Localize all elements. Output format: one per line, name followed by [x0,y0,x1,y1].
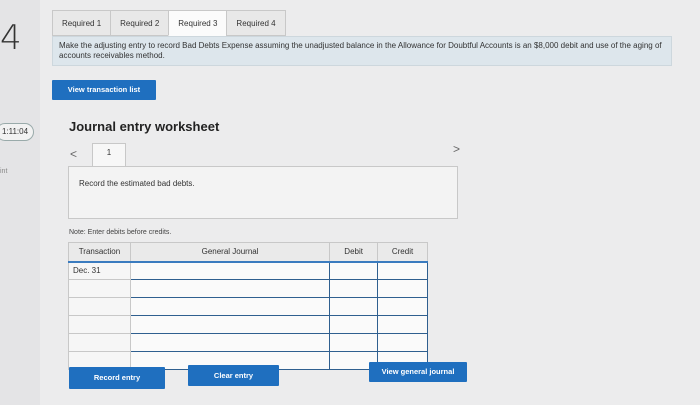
header-transaction: Transaction [68,242,131,263]
debit-input[interactable] [329,315,379,334]
account-input[interactable] [129,297,331,316]
table-row [68,279,428,298]
account-input[interactable] [129,315,331,334]
gutter-label: int [0,168,8,175]
table-row [68,297,428,316]
transaction-cell: Dec. 31 [68,261,131,280]
requirement-tabs: Required 1 Required 2 Required 3 Require… [52,10,286,36]
account-input[interactable] [129,279,331,298]
prev-arrow-icon[interactable]: < [70,147,77,161]
clear-entry-button[interactable]: Clear entry [188,365,279,386]
view-transaction-list-button[interactable]: View transaction list [52,80,156,100]
record-entry-button[interactable]: Record entry [69,367,165,389]
debit-input[interactable] [329,297,379,316]
timer-badge: 1:11:04 [0,123,34,141]
view-general-journal-button[interactable]: View general journal [369,362,467,382]
header-general-journal: General Journal [129,242,331,263]
account-input[interactable] [129,261,331,280]
transaction-cell [68,297,131,316]
transaction-cell [68,315,131,334]
instruction-text: Make the adjusting entry to record Bad D… [52,36,672,66]
tab-required-1[interactable]: Required 1 [52,10,112,36]
table-row: Dec. 31 [68,261,428,280]
transaction-cell [68,279,131,298]
table-header-row: Transaction General Journal Debit Credit [68,242,428,263]
debit-input[interactable] [329,279,379,298]
main-content: Required 1 Required 2 Required 3 Require… [40,0,700,405]
header-credit: Credit [377,242,428,263]
table-row [68,315,428,334]
account-input[interactable] [129,333,331,352]
credit-input[interactable] [377,333,428,352]
tab-required-3[interactable]: Required 3 [168,10,228,36]
debit-input[interactable] [329,261,379,280]
debit-input[interactable] [329,333,379,352]
tab-required-2[interactable]: Required 2 [110,10,170,36]
credit-input[interactable] [377,279,428,298]
table-row [68,333,428,352]
next-arrow-icon[interactable]: > [453,142,460,156]
journal-table: Transaction General Journal Debit Credit… [68,242,428,370]
credit-input[interactable] [377,315,428,334]
entry-description: Record the estimated bad debts. [79,179,195,188]
tab-required-4[interactable]: Required 4 [226,10,286,36]
transaction-cell [68,333,131,352]
worksheet-title: Journal entry worksheet [69,119,220,134]
credit-input[interactable] [377,261,428,280]
header-debit: Debit [329,242,379,263]
question-number: 4 [0,18,22,58]
left-gutter: 4 1:11:04 int [0,0,40,405]
journal-note: Note: Enter debits before credits. [69,229,172,236]
credit-input[interactable] [377,297,428,316]
page-tab-1[interactable]: 1 [92,143,126,167]
entry-description-box: Record the estimated bad debts. [68,166,458,219]
